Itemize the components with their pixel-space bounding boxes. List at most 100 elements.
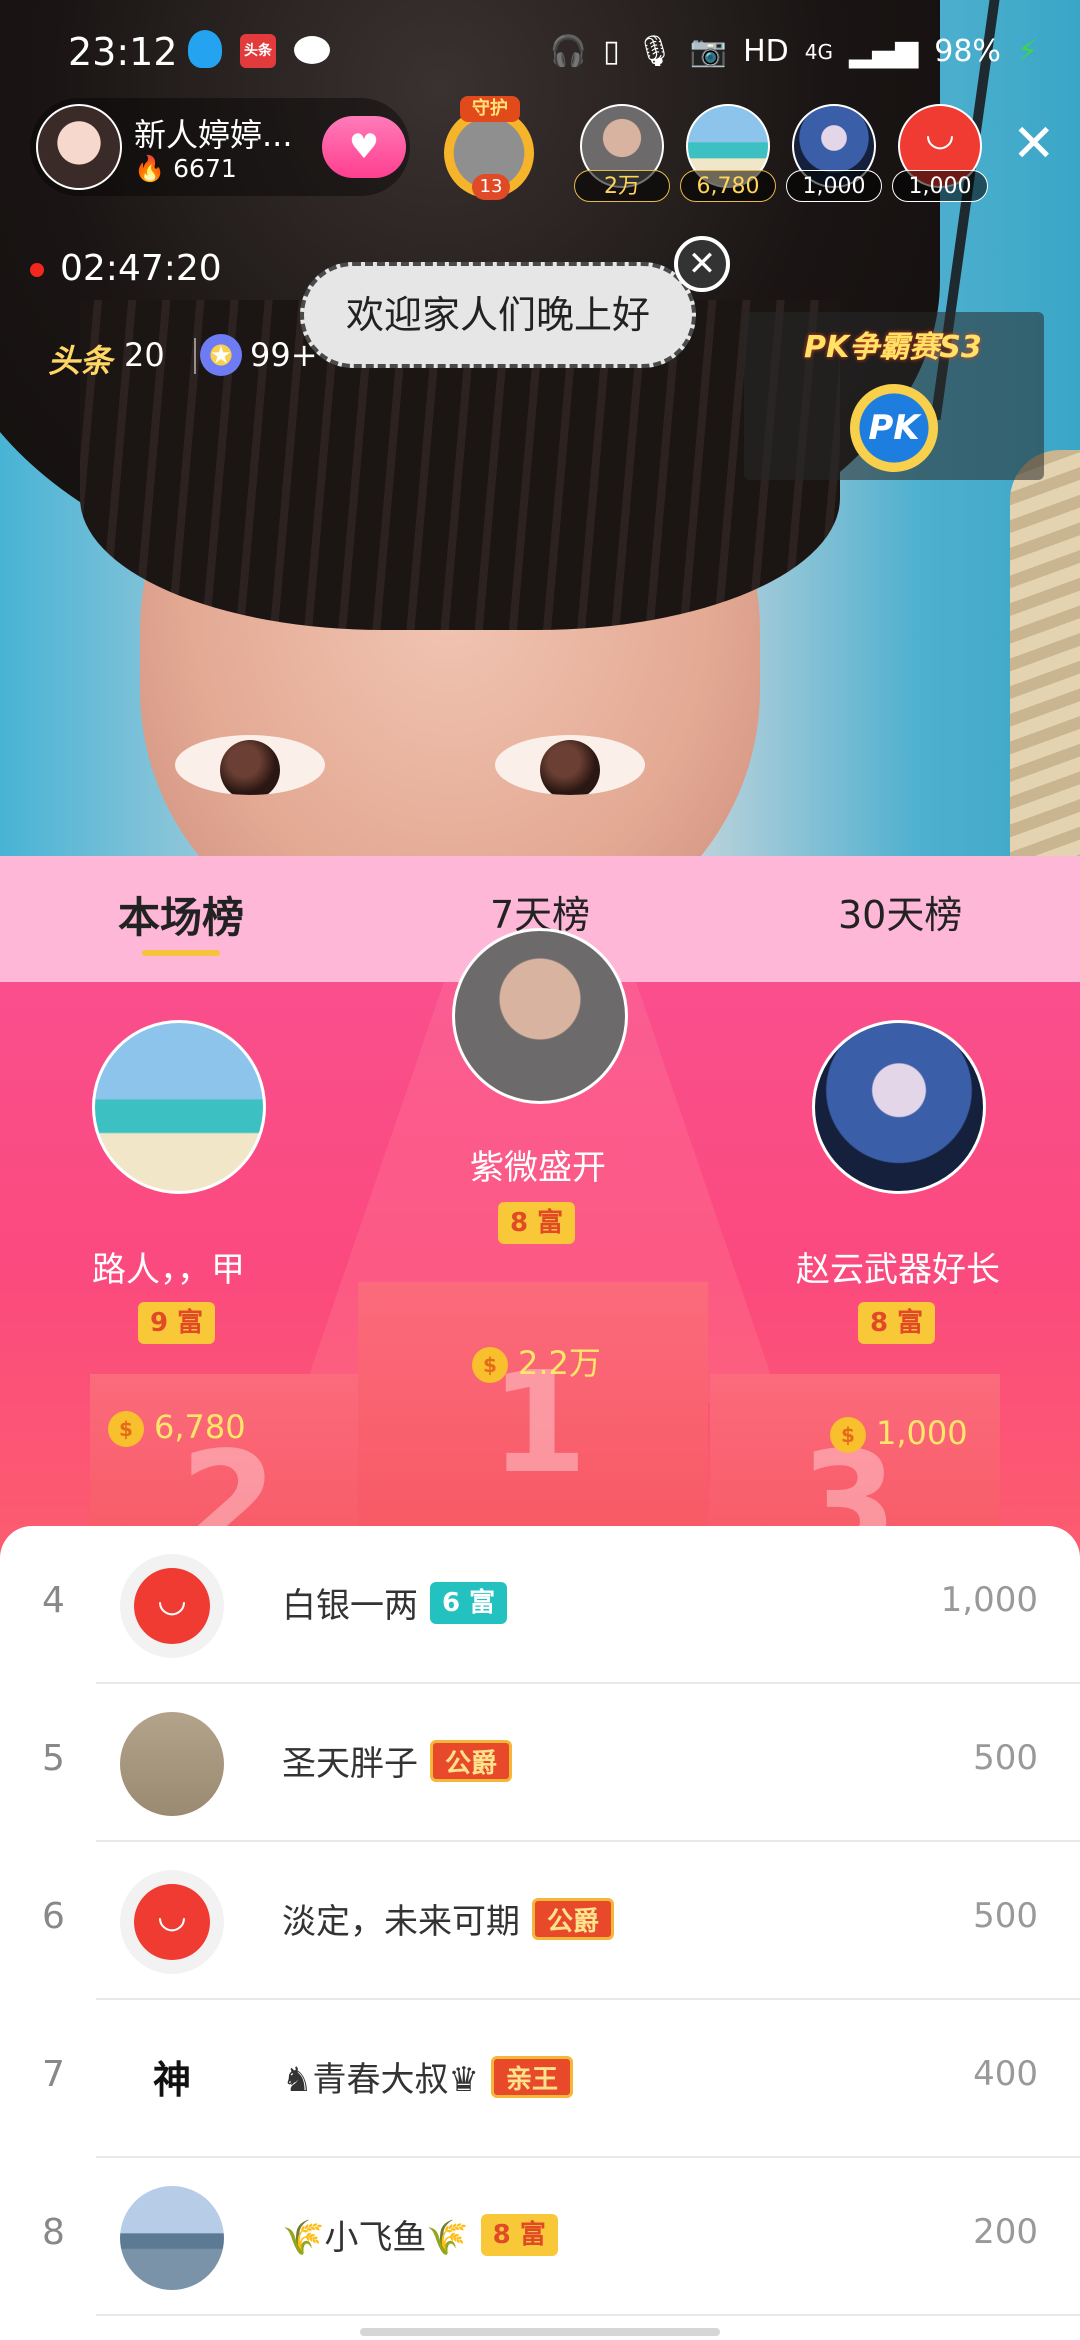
list-rank: 7 — [42, 2054, 65, 2095]
signal-icon: ▂▄▆ — [849, 34, 919, 69]
list-score: 1,000 — [940, 1580, 1038, 1620]
status-right: 🎧 ▯ 🎙 📷 HD 4G ▂▄▆ 98% ⚡ — [550, 34, 1038, 69]
list-name-wrap: 🌾小飞鱼🌾 8 富 — [282, 2210, 558, 2259]
list-avatar[interactable] — [120, 1554, 224, 1658]
video-curtain — [1010, 450, 1080, 880]
viewer-avatar[interactable]: 1,000 — [892, 104, 988, 202]
guard-badge[interactable]: 守护 13 — [438, 96, 542, 200]
close-icon[interactable]: ✕ — [1012, 118, 1056, 170]
video-eye-right — [495, 735, 645, 795]
list-name-wrap: 淡定，未来可期 公爵 — [282, 1894, 615, 1943]
battery-label: 98% — [934, 34, 1001, 69]
list-name: 🌾小飞鱼🌾 — [282, 2218, 469, 2258]
viewer-count: 6,780 — [680, 170, 776, 202]
second-place-coins-value: 6,780 — [154, 1408, 246, 1446]
hd-label: HD — [743, 34, 789, 69]
row-divider — [96, 2314, 1080, 2316]
headphones-icon: 🎧 — [549, 34, 588, 69]
status-bar: 23:12 头条 🎧 ▯ 🎙 📷 HD 4G ▂▄▆ 98% ⚡ — [0, 0, 1080, 100]
wechat-icon — [294, 36, 330, 64]
viewer-avatar[interactable]: 6,780 — [680, 104, 776, 202]
list-item[interactable]: 7 神 ♞青春大叔♛ 亲王 400 — [0, 2000, 1080, 2158]
host-name: 新人婷婷... — [134, 116, 293, 154]
mic-icon: 🎙 — [635, 34, 674, 69]
third-place-coins: $1,000 — [830, 1414, 968, 1453]
host-heat-value: 6671 — [173, 154, 237, 183]
guard-tag: 守护 — [460, 96, 520, 122]
bubble-close-icon[interactable]: ✕ — [674, 236, 730, 292]
list-item[interactable]: 4 白银一两 6 富 1,000 — [0, 1526, 1080, 1684]
list-item[interactable]: 6 淡定，未来可期 公爵 500 — [0, 1842, 1080, 2000]
pk-panel[interactable]: PK争霸赛S3 PK — [744, 312, 1044, 480]
list-avatar[interactable]: 神 — [120, 2028, 224, 2132]
rank-list[interactable]: 4 白银一两 6 富 1,000 5 圣天胖子 公爵 500 6 淡定，未来可期… — [0, 1526, 1080, 2340]
fire-icon: 🔥 — [134, 154, 166, 183]
star-icon[interactable]: ★ — [200, 334, 242, 376]
list-name-wrap: 白银一两 6 富 — [282, 1578, 508, 1627]
viewer-avatar[interactable]: 1,000 — [786, 104, 882, 202]
tab-indicator — [142, 950, 220, 956]
charging-icon: ⚡ — [1016, 34, 1038, 69]
pk-button[interactable]: PK — [850, 384, 938, 472]
list-name: 圣天胖子 — [282, 1744, 418, 1784]
third-place-avatar[interactable] — [812, 1020, 986, 1194]
follow-button[interactable]: ♥ — [322, 116, 406, 178]
first-place-name: 紫微盛开 — [470, 1148, 606, 1188]
list-rank: 6 — [42, 1896, 65, 1937]
list-rank: 4 — [42, 1580, 65, 1621]
list-name: 白银一两 — [282, 1586, 418, 1626]
host-heat: 🔥 6671 — [134, 154, 237, 184]
toutiao-count: 20 — [124, 336, 165, 374]
list-item[interactable]: 5 圣天胖子 公爵 500 — [0, 1684, 1080, 1842]
list-avatar[interactable] — [120, 1870, 224, 1974]
list-rank: 5 — [42, 1738, 65, 1779]
first-place-coins: $2.2万 — [472, 1338, 601, 1384]
second-place-coins: $6,780 — [108, 1408, 246, 1447]
second-place-avatar[interactable] — [92, 1020, 266, 1194]
noble-badge: 公爵 — [430, 1739, 513, 1782]
camera-icon: 📷 — [689, 34, 728, 69]
toutiao-badge[interactable]: 头条 — [48, 336, 112, 382]
list-rank: 8 — [42, 2212, 65, 2253]
third-place-coins-value: 1,000 — [876, 1414, 968, 1452]
second-place-name: 路人，，甲 — [92, 1250, 245, 1290]
heart-wings-icon: ♥ — [348, 127, 380, 167]
host-avatar[interactable] — [36, 104, 122, 190]
third-place-name: 赵云武器好长 — [796, 1250, 1000, 1290]
viewer-count: 1,000 — [892, 170, 988, 202]
rich-badge: 6 富 — [430, 1581, 508, 1624]
video-eye-left — [175, 735, 325, 795]
noble-badge: 公爵 — [532, 1897, 615, 1940]
viewer-count: 2万 — [574, 170, 670, 202]
rich-badge: 8 富 — [480, 2213, 558, 2256]
list-name: ♞青春大叔♛ — [282, 2060, 479, 2100]
vibrate-icon: ▯ — [603, 34, 620, 69]
status-time: 23:12 — [68, 30, 178, 74]
list-avatar[interactable] — [120, 2186, 224, 2290]
coin-icon: $ — [472, 1347, 508, 1383]
first-place-rich-badge: 8 富 — [498, 1202, 576, 1244]
list-score: 400 — [973, 2054, 1038, 2094]
tab-30-days[interactable]: 30天榜 — [838, 884, 962, 939]
pk-title: PK争霸赛S3 — [804, 330, 982, 365]
toutiao-icon: 头条 — [240, 34, 276, 68]
second-place-rich-badge: 9 富 — [138, 1302, 216, 1344]
tab-current[interactable]: 本场榜 — [118, 884, 244, 945]
list-name: 淡定，未来可期 — [282, 1902, 520, 1942]
first-place-coins-value: 2.2万 — [518, 1344, 601, 1382]
list-score: 500 — [973, 1896, 1038, 1936]
qq-icon — [188, 30, 222, 68]
list-avatar[interactable] — [120, 1712, 224, 1816]
list-score: 200 — [973, 2212, 1038, 2252]
first-place-avatar[interactable] — [452, 928, 628, 1104]
welcome-bubble: 欢迎家人们晚上好 — [300, 262, 696, 368]
home-indicator[interactable] — [360, 2328, 720, 2336]
viewer-avatar[interactable]: 2万 — [574, 104, 670, 202]
noble-badge: 亲王 — [490, 2055, 573, 2098]
coin-icon: $ — [830, 1417, 866, 1453]
network-label: 4G — [804, 39, 834, 64]
list-item[interactable]: 8 🌾小飞鱼🌾 8 富 200 — [0, 2158, 1080, 2316]
divider — [194, 338, 196, 374]
coin-icon: $ — [108, 1411, 144, 1447]
list-name-wrap: ♞青春大叔♛ 亲王 — [282, 2052, 573, 2101]
